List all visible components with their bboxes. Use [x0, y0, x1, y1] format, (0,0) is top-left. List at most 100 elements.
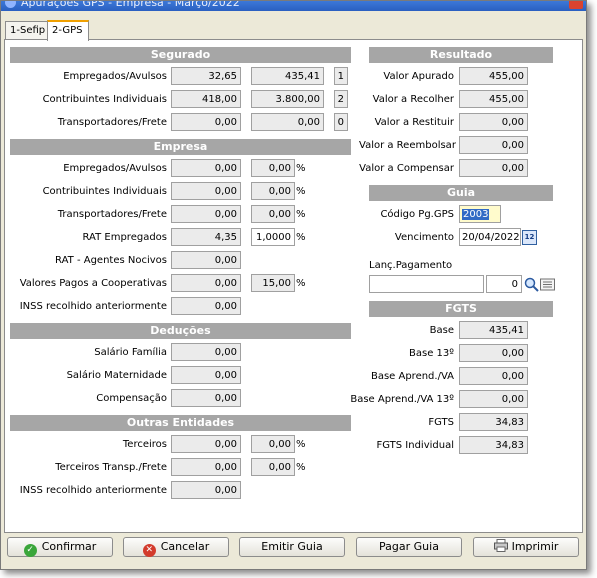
calendar-icon[interactable]: 12: [522, 230, 537, 245]
fgts-aprend13-value[interactable]: 0,00: [459, 390, 528, 408]
empresa-inss-label: INSS recolhido anteriormente: [19, 301, 167, 312]
guia-lanc-text-input[interactable]: [369, 275, 484, 293]
segurado-transportadores-v3[interactable]: 0: [334, 113, 348, 131]
segurado-transportadores-v2[interactable]: 0,00: [251, 113, 324, 131]
resultado-restituir-value[interactable]: 0,00: [459, 113, 528, 131]
fgts-base13-value[interactable]: 0,00: [459, 344, 528, 362]
empresa-inss-v1[interactable]: 0,00: [171, 297, 241, 315]
outras-transp-v2[interactable]: 0,00: [251, 458, 295, 476]
close-icon[interactable]: [569, 1, 583, 9]
outras-terceiros-v2[interactable]: 0,00: [251, 435, 295, 453]
resultado-apurado-value[interactable]: 455,00: [459, 67, 528, 85]
segurado-transportadores-v1[interactable]: 0,00: [171, 113, 241, 131]
deducoes-maternidade-label: Salário Maternidade: [66, 370, 167, 381]
pagar-guia-button[interactable]: Pagar Guia: [356, 537, 462, 557]
fgts-aprend-value[interactable]: 0,00: [459, 367, 528, 385]
fgts-aprend-label: Base Aprend./VA: [370, 371, 454, 382]
fgts-individual-label: FGTS Individual: [376, 440, 454, 451]
emitir-guia-label: Emitir Guia: [261, 540, 323, 553]
fgts-fgts-value[interactable]: 34,83: [459, 413, 528, 431]
empresa-rat-v1[interactable]: 4,35: [171, 228, 241, 246]
check-icon: ✓: [23, 544, 37, 557]
guia-lanc-number-input[interactable]: 0: [486, 275, 522, 293]
guia-codigo-input[interactable]: 2003: [459, 205, 501, 223]
imprimir-button[interactable]: Imprimir: [473, 537, 579, 557]
section-header-guia: Guia: [369, 185, 553, 201]
deducoes-familia-v1[interactable]: 0,00: [171, 343, 241, 361]
resultado-recolher-value[interactable]: 455,00: [459, 90, 528, 108]
empresa-cooperativas-label: Valores Pagos a Cooperativas: [19, 278, 167, 289]
empresa-rat-nocivos-v1[interactable]: 0,00: [171, 251, 241, 269]
segurado-empregados-v2[interactable]: 435,41: [251, 67, 324, 85]
guia-vencimento-input[interactable]: 20/04/2022: [459, 228, 521, 246]
printer-icon: [493, 539, 508, 552]
empresa-rat-label: RAT Empregados: [82, 232, 168, 243]
confirmar-label: Confirmar: [41, 540, 97, 553]
outras-terceiros-label: Terceiros: [122, 439, 167, 450]
fgts-individual-value[interactable]: 34,83: [459, 436, 528, 454]
empresa-cooperativas-v2[interactable]: 15,00: [251, 274, 295, 292]
confirmar-button[interactable]: ✓ Confirmar: [7, 537, 113, 557]
empresa-contribuintes-v2[interactable]: 0,00: [251, 182, 295, 200]
section-header-deducoes: Deduções: [10, 323, 351, 339]
section-header-empresa: Empresa: [10, 139, 351, 155]
window-title: Apurações GPS - Empresa - Março/2022: [21, 1, 240, 9]
empresa-empregados-v2[interactable]: 0,00: [251, 159, 295, 177]
segurado-empregados-v1[interactable]: 32,65: [171, 67, 241, 85]
empresa-cooperativas-v1[interactable]: 0,00: [171, 274, 241, 292]
empresa-rat-nocivos-label: RAT - Agentes Nocivos: [55, 255, 167, 266]
empresa-empregados-v1[interactable]: 0,00: [171, 159, 241, 177]
fgts-fgts-label: FGTS: [428, 417, 454, 428]
guia-codigo-label: Código Pg.GPS: [380, 209, 454, 220]
section-header-outras: Outras Entidades: [10, 415, 351, 431]
empresa-cooperativas-unit: %: [296, 278, 306, 289]
segurado-contribuintes-v1[interactable]: 418,00: [171, 90, 241, 108]
empresa-transportadores-label: Transportadores/Frete: [57, 209, 167, 220]
search-icon[interactable]: [523, 276, 540, 293]
empresa-transportadores-v2[interactable]: 0,00: [251, 205, 295, 223]
empresa-empregados-label: Empregados/Avulsos: [63, 163, 167, 174]
guia-codigo-value: 2003: [462, 209, 490, 220]
outras-terceiros-v1[interactable]: 0,00: [171, 435, 241, 453]
resultado-reembolsar-value[interactable]: 0,00: [459, 136, 528, 154]
empresa-transportadores-v1[interactable]: 0,00: [171, 205, 241, 223]
deducoes-compensacao-label: Compensação: [96, 393, 167, 404]
segurado-contribuintes-v2[interactable]: 3.800,00: [251, 90, 324, 108]
resultado-apurado-label: Valor Apurado: [383, 71, 454, 82]
empresa-contribuintes-unit: %: [296, 186, 306, 197]
gps-panel: Segurado Empregados/Avulsos 32,65 435,41…: [4, 39, 583, 533]
outras-terceiros-unit: %: [296, 439, 306, 450]
outras-inss-label: INSS recolhido anteriormente: [19, 485, 167, 496]
cancelar-label: Cancelar: [160, 540, 210, 553]
resultado-compensar-value[interactable]: 0,00: [459, 159, 528, 177]
segurado-contribuintes-label: Contribuintes Individuais: [42, 94, 167, 105]
empresa-contribuintes-v1[interactable]: 0,00: [171, 182, 241, 200]
section-header-fgts: FGTS: [369, 301, 553, 317]
empresa-transportadores-unit: %: [296, 209, 306, 220]
segurado-contribuintes-v3[interactable]: 2: [334, 90, 348, 108]
imprimir-label: Imprimir: [511, 540, 559, 553]
resultado-restituir-label: Valor a Restituir: [374, 117, 454, 128]
segurado-empregados-v3[interactable]: 1: [334, 67, 348, 85]
deducoes-maternidade-v1[interactable]: 0,00: [171, 366, 241, 384]
empresa-rat-unit: %: [296, 232, 306, 243]
empresa-empregados-unit: %: [296, 163, 306, 174]
fgts-base-label: Base: [429, 325, 454, 336]
resultado-recolher-label: Valor a Recolher: [372, 94, 454, 105]
resultado-compensar-label: Valor a Compensar: [359, 163, 454, 174]
segurado-empregados-label: Empregados/Avulsos: [63, 71, 167, 82]
cancelar-button[interactable]: ✕ Cancelar: [123, 537, 229, 557]
fgts-base-value[interactable]: 435,41: [459, 321, 528, 339]
app-icon: [5, 1, 16, 8]
tab-gps[interactable]: 2-GPS: [47, 20, 89, 41]
tab-sefip[interactable]: 1-Sefip: [5, 21, 50, 39]
list-icon[interactable]: [539, 276, 556, 293]
title-bar[interactable]: Apurações GPS - Empresa - Março/2022: [1, 1, 586, 11]
outras-transp-label: Terceiros Transp./Frete: [55, 462, 167, 473]
guia-vencimento-label: Vencimento: [394, 232, 454, 243]
emitir-guia-button[interactable]: Emitir Guia: [239, 537, 345, 557]
outras-inss-v1[interactable]: 0,00: [171, 481, 241, 499]
deducoes-compensacao-v1[interactable]: 0,00: [171, 389, 241, 407]
outras-transp-v1[interactable]: 0,00: [171, 458, 241, 476]
empresa-rat-v2[interactable]: 1,0000: [251, 228, 295, 246]
